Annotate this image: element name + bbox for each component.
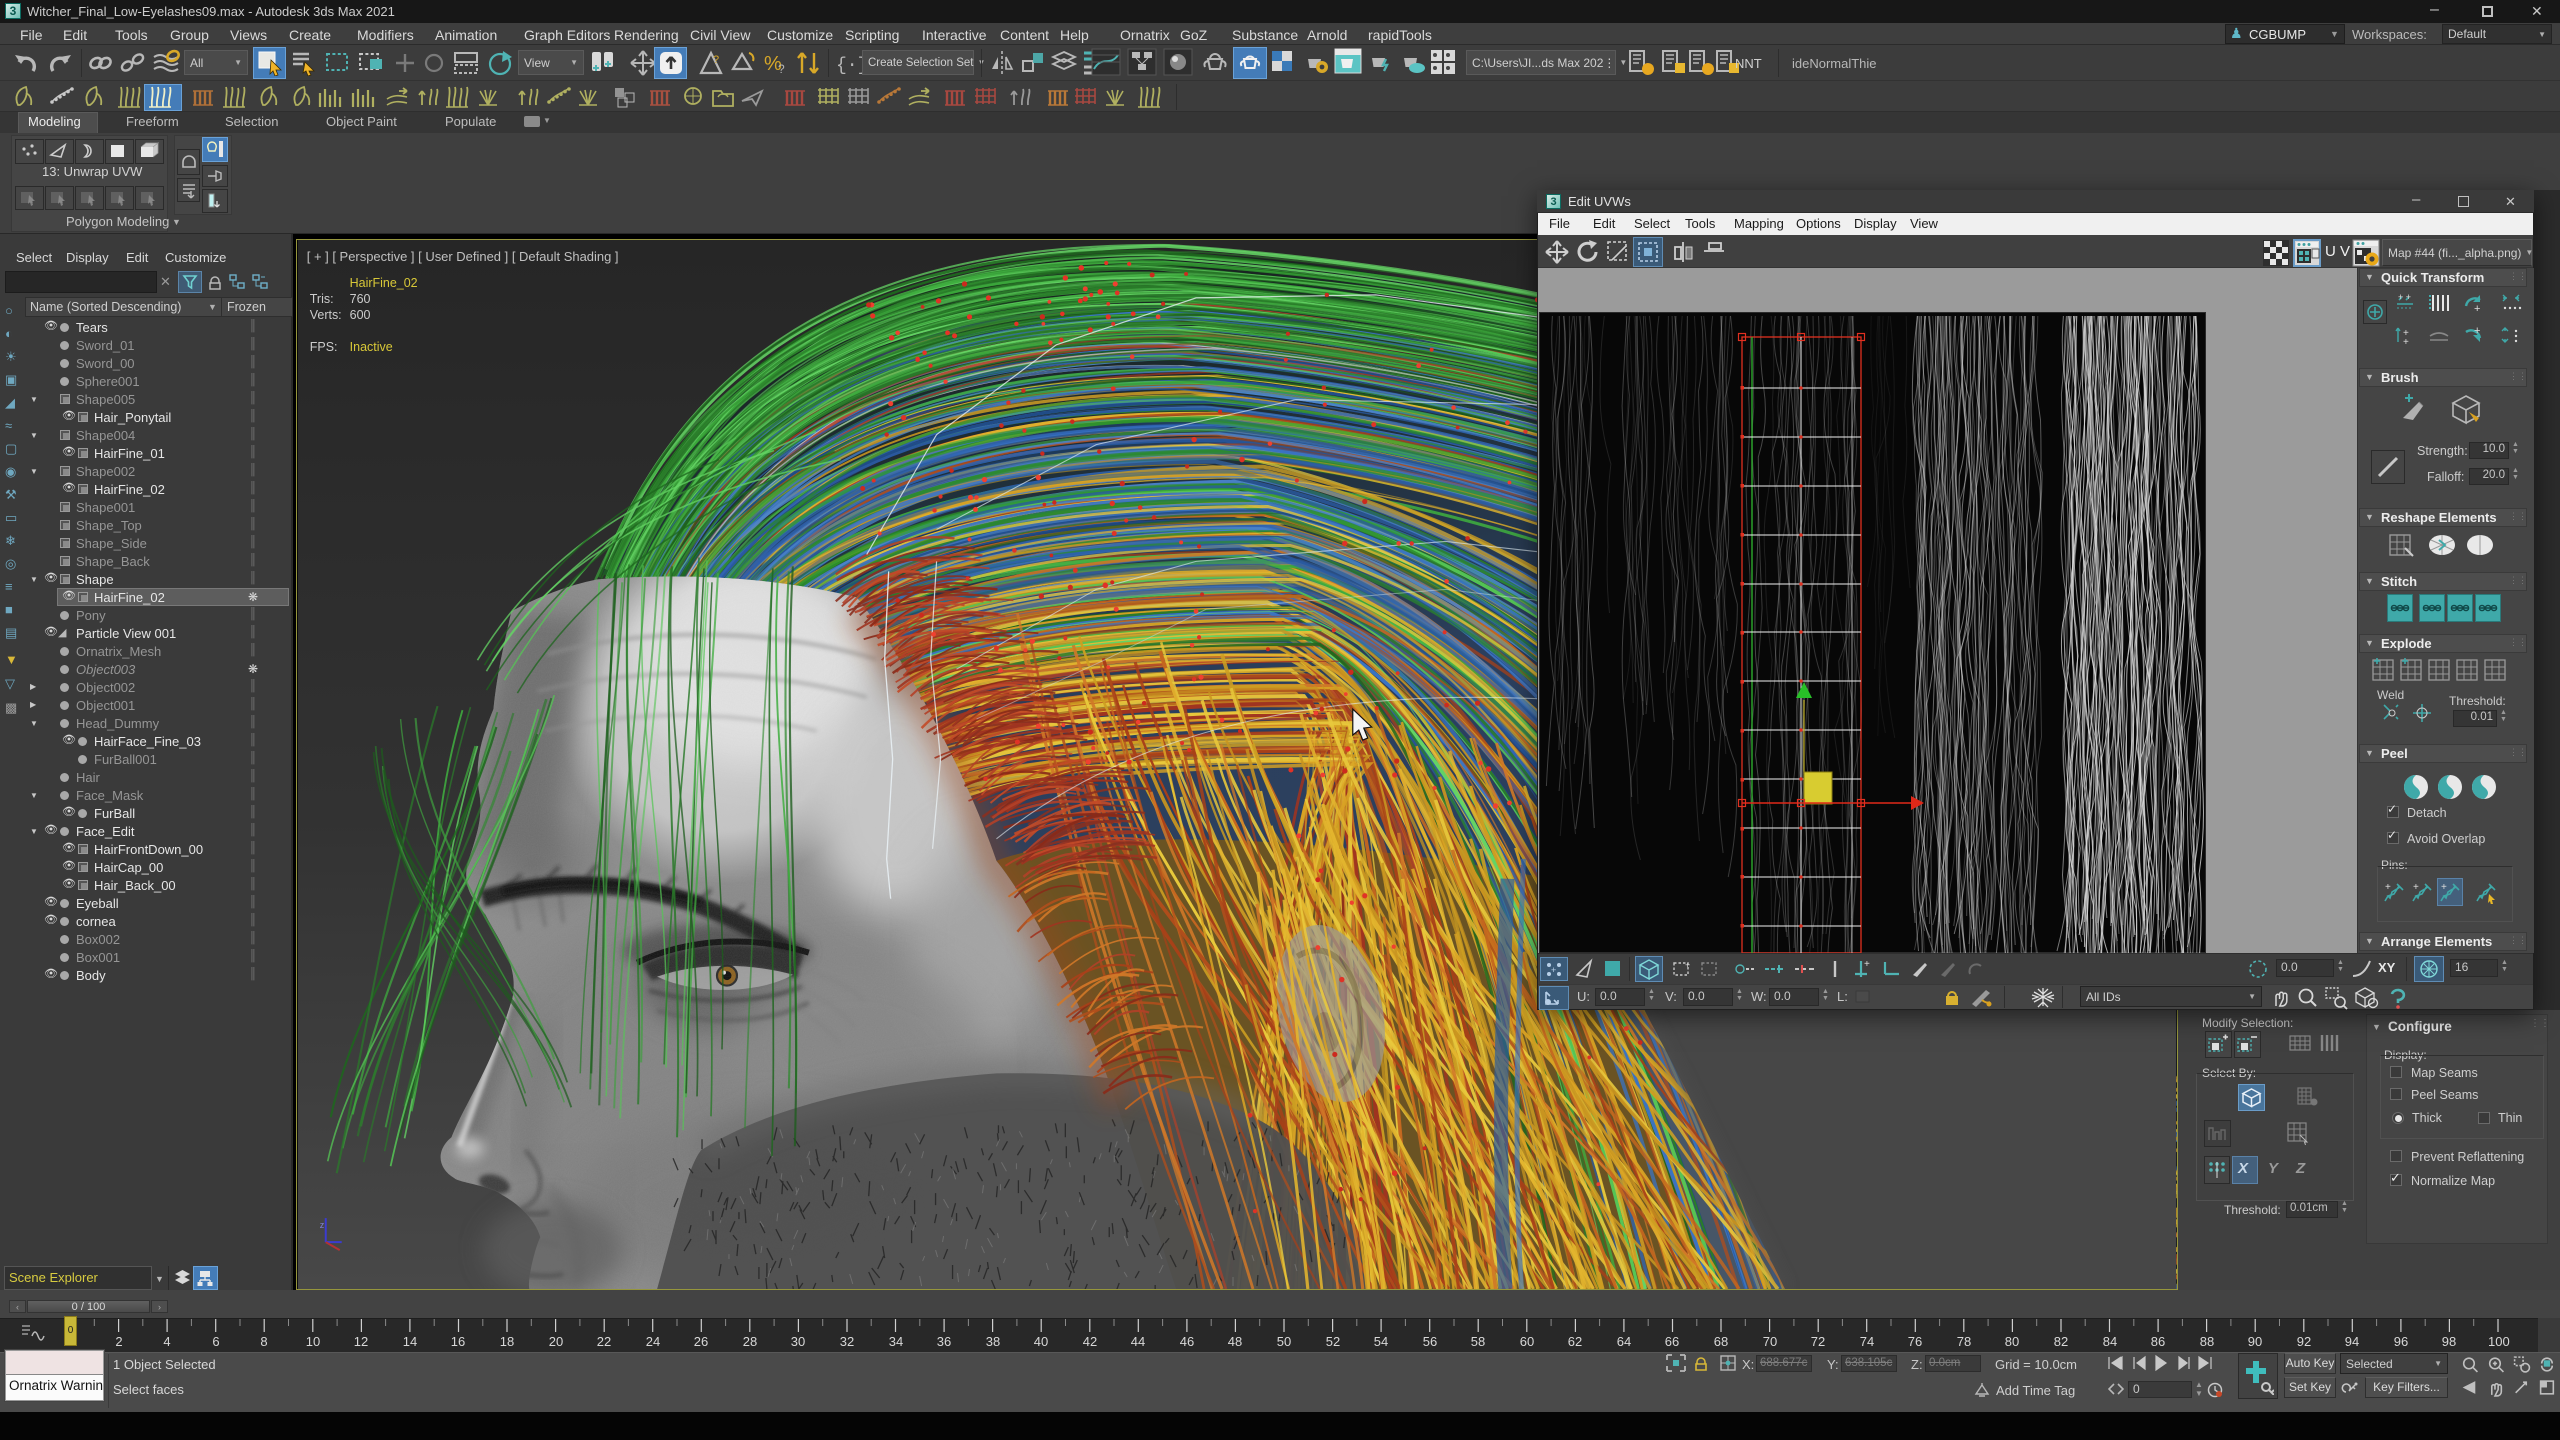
svg-text:+: + [2385, 882, 2391, 893]
svg-text:Verts:: Verts: [310, 308, 342, 322]
svg-text:z: z [320, 1220, 325, 1230]
svg-text:+: + [1685, 960, 1690, 970]
svg-text:[ + ] [ Perspective ] [ User D: [ + ] [ Perspective ] [ User Defined ] [… [307, 249, 619, 264]
svg-text:+: + [1864, 959, 1870, 970]
svg-text:+: + [2413, 882, 2419, 893]
svg-text:+: + [2474, 303, 2480, 315]
svg-text:+: + [2403, 337, 2409, 348]
svg-text:Inactive: Inactive [350, 340, 393, 354]
svg-text:+: + [2441, 882, 2447, 893]
svg-text:760: 760 [350, 292, 371, 306]
svg-text:+: + [1551, 965, 1556, 975]
svg-text:HairFine_02: HairFine_02 [350, 276, 418, 290]
svg-text:Tris:: Tris: [310, 292, 334, 306]
svg-text:+: + [2474, 325, 2480, 337]
svg-text:{·}: {·} [836, 56, 863, 76]
svg-text:600: 600 [350, 308, 371, 322]
svg-text:FPS:: FPS: [310, 340, 338, 354]
svg-text:+ +: + + [2398, 292, 2411, 302]
svg-text:?: ? [778, 62, 785, 76]
svg-text:?: ? [713, 54, 719, 66]
